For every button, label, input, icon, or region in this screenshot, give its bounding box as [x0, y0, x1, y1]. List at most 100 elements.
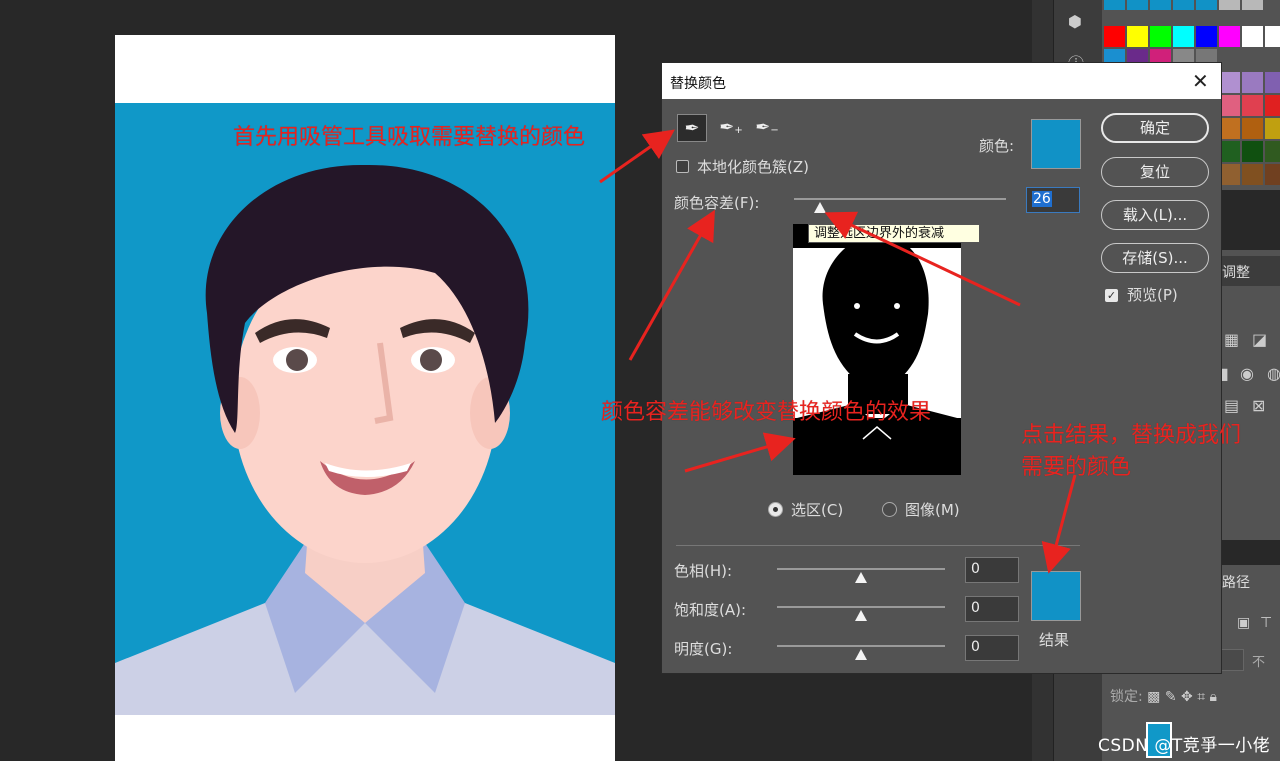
result-label: 结果: [1039, 631, 1070, 649]
tab-paths-label: 路径: [1222, 575, 1250, 591]
selection-preview-image: [793, 224, 961, 475]
color-label: 颜色:: [979, 137, 1015, 155]
fuzziness-slider-track[interactable]: [794, 198, 1006, 200]
selection-radio[interactable]: [768, 502, 783, 517]
saturation-label: 饱和度(A):: [674, 601, 747, 619]
eyedropper-icon[interactable]: ✒: [677, 114, 707, 142]
dialog-titlebar[interactable]: 替换颜色 ✕: [662, 63, 1221, 99]
swatch[interactable]: [1242, 0, 1263, 10]
image-radio[interactable]: [882, 502, 897, 517]
saturation-slider-thumb[interactable]: [855, 610, 867, 621]
result-color-swatch[interactable]: [1031, 571, 1081, 621]
swatch[interactable]: [1242, 164, 1263, 185]
load-button[interactable]: 载入(L)...: [1101, 200, 1209, 230]
reset-button[interactable]: 复位: [1101, 157, 1209, 187]
dialog-title: 替换颜色: [670, 76, 726, 92]
channel-icon[interactable]: ◍: [1267, 364, 1280, 383]
camera-icon[interactable]: ◉: [1240, 364, 1254, 383]
eyedropper-minus-icon[interactable]: ✒−: [752, 114, 782, 142]
hue-slider-thumb[interactable]: [855, 572, 867, 583]
portrait-illustration: [115, 103, 615, 715]
tab-paths[interactable]: 路径: [1222, 572, 1250, 592]
swatch[interactable]: [1173, 26, 1194, 47]
swatch[interactable]: [1104, 26, 1125, 47]
swatch[interactable]: [1242, 118, 1263, 139]
saturation-slider-track[interactable]: [777, 606, 945, 608]
annotation-step2: 颜色容差能够改变替换颜色的效果: [601, 400, 932, 425]
swatch[interactable]: [1219, 95, 1240, 116]
curves-icon[interactable]: ◪: [1252, 330, 1267, 349]
selection-radio-label: 选区(C): [791, 501, 844, 519]
swatch[interactable]: [1265, 26, 1280, 47]
swatch[interactable]: [1196, 0, 1217, 10]
fuzziness-value: 26: [1032, 191, 1052, 207]
swatch[interactable]: [1242, 95, 1263, 116]
dialog-divider: [676, 545, 1080, 546]
image-radio-label: 图像(M): [905, 501, 960, 519]
lock-pixels-icon[interactable]: ▩ ✎ ✥ ⌗ 🔒︎: [1147, 689, 1217, 705]
swatch[interactable]: [1150, 0, 1171, 10]
saturation-value: 0: [971, 600, 980, 616]
portrait-photo: [115, 103, 615, 715]
replace-color-dialog: 替换颜色 ✕ ✒ ✒+ ✒− 颜色: 本地化颜色簇(Z) 颜色容差(F): 26…: [661, 62, 1222, 674]
swatch[interactable]: [1127, 26, 1148, 47]
swatch[interactable]: [1265, 118, 1280, 139]
tab-adjustments-label: 调整: [1222, 265, 1250, 281]
localized-clusters-label: 本地化颜色簇(Z): [697, 158, 809, 176]
swatch[interactable]: [1265, 141, 1280, 162]
hue-label: 色相(H):: [674, 562, 733, 580]
swatch[interactable]: [1219, 118, 1240, 139]
watermark: CSDN @T竞爭一小佬: [1098, 736, 1271, 756]
swatch[interactable]: [1196, 26, 1217, 47]
saturation-input[interactable]: 0: [965, 596, 1019, 622]
preview-checkbox[interactable]: ✓: [1105, 289, 1118, 302]
annotation-step3-line1: 点击结果，替换成我们: [1021, 423, 1242, 448]
annotation-step1: 首先用吸管工具吸取需要替换的颜色: [233, 125, 586, 150]
lock-label: 锁定: ▩ ✎ ✥ ⌗ 🔒︎: [1110, 686, 1217, 706]
hue-slider-track[interactable]: [777, 568, 945, 570]
fuzziness-input[interactable]: 26: [1026, 187, 1080, 213]
lightness-slider-track[interactable]: [777, 645, 945, 647]
lock-label-text: 锁定:: [1110, 689, 1143, 705]
cube-icon[interactable]: ⬢: [1068, 12, 1082, 31]
swatch[interactable]: [1265, 72, 1280, 93]
lightness-slider-thumb[interactable]: [855, 649, 867, 660]
localized-clusters-checkbox[interactable]: [676, 160, 689, 173]
swatch[interactable]: [1219, 141, 1240, 162]
swatch[interactable]: [1219, 0, 1240, 10]
save-button[interactable]: 存储(S)...: [1101, 243, 1209, 273]
lightness-label: 明度(G):: [674, 640, 733, 658]
swatch[interactable]: [1150, 26, 1171, 47]
swatch[interactable]: [1242, 141, 1263, 162]
swatch[interactable]: [1265, 164, 1280, 185]
selection-preview[interactable]: [793, 224, 961, 475]
fuzziness-label: 颜色容差(F):: [674, 194, 760, 212]
swatch[interactable]: [1242, 72, 1263, 93]
fill-icon: 不: [1252, 655, 1266, 670]
swatch[interactable]: [1219, 164, 1240, 185]
swatch[interactable]: [1219, 72, 1240, 93]
fuzziness-tooltip: 调整选区边界外的衰减: [808, 224, 980, 243]
levels-icon[interactable]: ▦: [1224, 330, 1239, 349]
text-icon[interactable]: ⊤: [1260, 615, 1272, 631]
close-icon[interactable]: ✕: [1192, 69, 1209, 93]
tab-adjustments[interactable]: 调整: [1218, 256, 1280, 286]
fuzziness-slider-thumb[interactable]: [814, 202, 826, 213]
eyedropper-plus-icon[interactable]: ✒+: [716, 114, 746, 142]
swatch[interactable]: [1265, 95, 1280, 116]
ok-button[interactable]: 确定: [1101, 113, 1209, 143]
lightness-value: 0: [971, 639, 980, 655]
image-icon[interactable]: ▣: [1237, 615, 1250, 631]
hue-value: 0: [971, 561, 980, 577]
lightness-input[interactable]: 0: [965, 635, 1019, 661]
selective-color-icon[interactable]: ⊠: [1252, 396, 1265, 415]
gradient-map-icon[interactable]: ▤: [1224, 396, 1239, 415]
sample-color-swatch[interactable]: [1031, 119, 1081, 169]
swatch[interactable]: [1104, 0, 1125, 10]
annotation-step3-line2: 需要的颜色: [1021, 455, 1132, 480]
swatch[interactable]: [1219, 26, 1240, 47]
hue-input[interactable]: 0: [965, 557, 1019, 583]
swatch[interactable]: [1242, 26, 1263, 47]
swatch[interactable]: [1127, 0, 1148, 10]
swatch[interactable]: [1173, 0, 1194, 10]
